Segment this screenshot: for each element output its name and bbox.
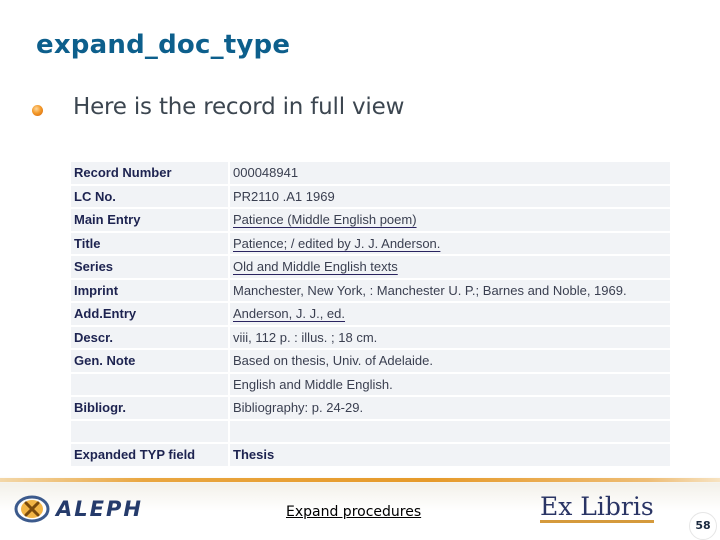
slide-title: expand_doc_type [36, 30, 291, 60]
field-label: Add.Entry [71, 303, 228, 327]
aleph-emblem-icon [14, 495, 50, 523]
expand-procedures-link[interactable]: Expand procedures [286, 504, 421, 520]
record-row: Descr. viii, 112 p. : illus. ; 18 cm. [71, 326, 670, 350]
field-value: Patience (Middle English poem) [230, 209, 670, 233]
aleph-logo-text: ALEPH [56, 497, 143, 521]
field-value: Thesis [230, 444, 670, 468]
field-label: Record Number [71, 162, 228, 186]
field-label: Expanded TYP field [71, 444, 228, 468]
field-label: Bibliogr. [71, 397, 228, 421]
record-row: Imprint Manchester, New York, : Mancheste… [71, 279, 670, 303]
field-value-link[interactable]: Old and Middle English texts [233, 259, 398, 274]
field-value: Anderson, J. J., ed. [230, 303, 670, 327]
bullet-icon [32, 104, 43, 116]
record-row: Main Entry Patience (Middle English poem) [71, 209, 670, 233]
footer-divider [0, 478, 720, 482]
record-row: Add.Entry Anderson, J. J., ed. [71, 303, 670, 327]
record-row [71, 420, 670, 444]
bullet-item: Here is the record in full view [32, 94, 404, 120]
record-row: Record Number 000048941 [71, 162, 670, 186]
record-row: Series Old and Middle English texts [71, 256, 670, 280]
field-label: LC No. [71, 185, 228, 209]
field-label: Descr. [71, 326, 228, 350]
bullet-text: Here is the record in full view [73, 94, 405, 120]
field-label: Series [71, 256, 228, 280]
record-row: LC No. PR2110 .A1 1969 [71, 185, 670, 209]
record-row: Expanded TYP field Thesis [71, 444, 670, 468]
exlibris-logo: Ex Libris [540, 492, 654, 523]
field-value: 000048941 [230, 162, 670, 186]
field-value-link[interactable]: Patience (Middle English poem) [233, 212, 417, 227]
page-number: 58 [689, 512, 717, 540]
record-row: English and Middle English. [71, 373, 670, 397]
field-value: Patience; / edited by J. J. Anderson. [230, 232, 670, 256]
field-label: Main Entry [71, 209, 228, 233]
aleph-logo: ALEPH [14, 494, 143, 524]
field-label [71, 420, 228, 444]
field-label: Gen. Note [71, 350, 228, 374]
field-value-link[interactable]: Anderson, J. J., ed. [233, 306, 345, 321]
record-row: Bibliogr. Bibliography: p. 24-29. [71, 397, 670, 421]
field-value: Bibliography: p. 24-29. [230, 397, 670, 421]
field-value: PR2110 .A1 1969 [230, 185, 670, 209]
field-label [71, 373, 228, 397]
field-value: English and Middle English. [230, 373, 670, 397]
field-value [230, 420, 670, 444]
record-full-view-table: Record Number 000048941 LC No. PR2110 .A1 1… [71, 162, 670, 468]
field-value-link[interactable]: Patience; / edited by J. J. Anderson. [233, 236, 440, 251]
record-row: Gen. Note Based on thesis, Univ. of Adela… [71, 350, 670, 374]
field-value: Old and Middle English texts [230, 256, 670, 280]
field-label: Imprint [71, 279, 228, 303]
field-value: viii, 112 p. : illus. ; 18 cm. [230, 326, 670, 350]
record-row: Title Patience; / edited by J. J. Anderso… [71, 232, 670, 256]
field-label: Title [71, 232, 228, 256]
field-value: Manchester, New York, : Manchester U. P.… [230, 279, 670, 303]
field-value: Based on thesis, Univ. of Adelaide. [230, 350, 670, 374]
